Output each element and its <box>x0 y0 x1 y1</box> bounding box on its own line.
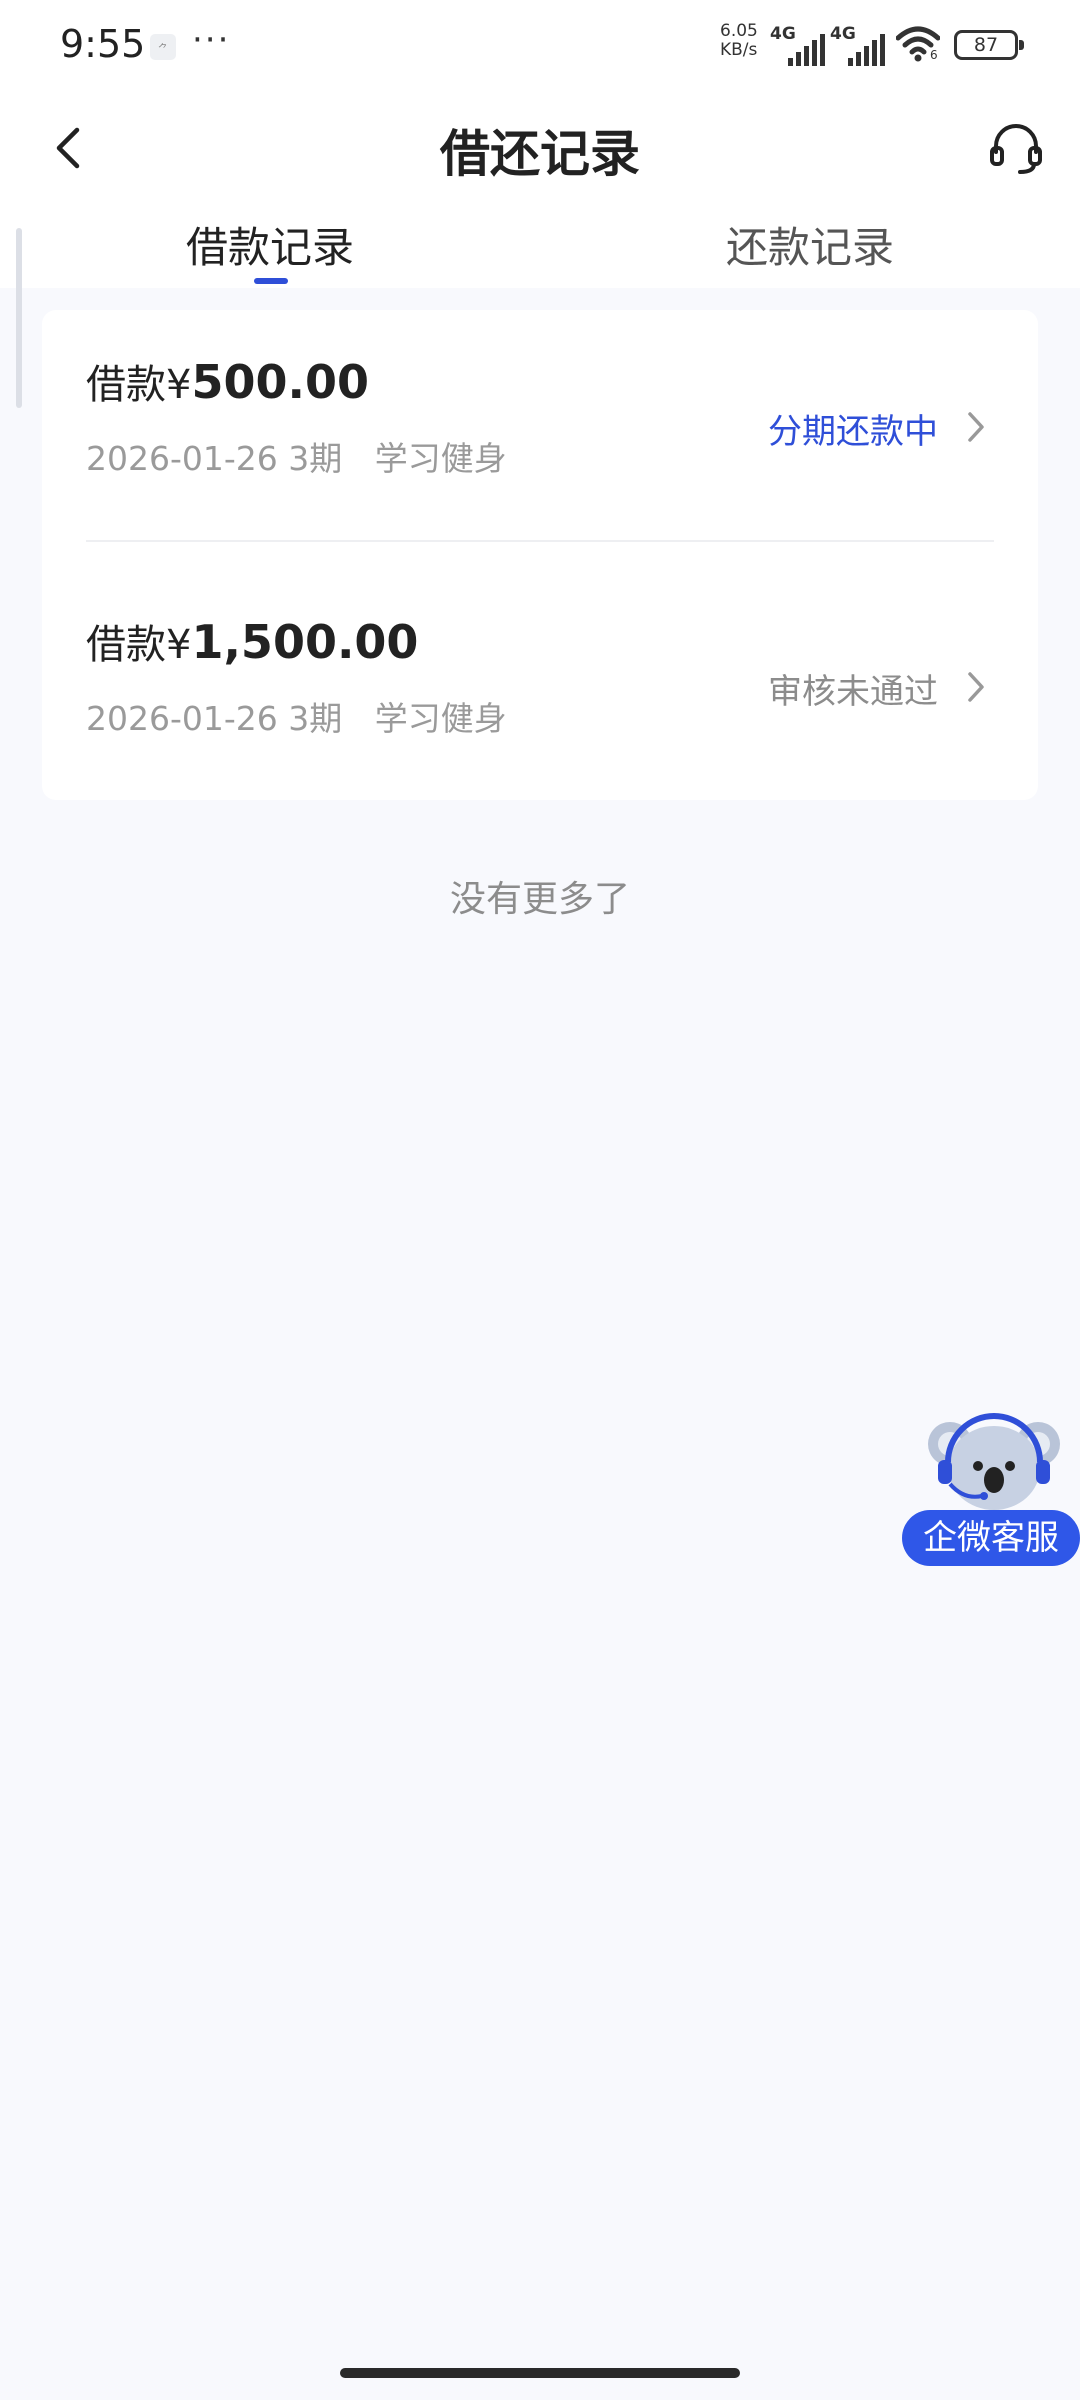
amount-value: 500.00 <box>191 355 369 409</box>
nav-header: 借还记录 <box>0 92 1080 204</box>
chevron-right-icon <box>968 672 984 702</box>
amount-prefix: 借款¥ <box>86 362 192 408</box>
tab-borrow-records[interactable]: 借款记录 <box>120 214 420 275</box>
status-bar: 9:55 ⺈ ··· 6.05 KB/s 4G 4G 6 87 <box>0 0 1080 92</box>
loan-status: 审核未通过 <box>768 672 938 712</box>
koala-mascot-icon <box>928 1413 1060 1510</box>
loan-meta: 2026-01-26 3期 学习健身 <box>86 692 507 740</box>
loan-record[interactable]: 借款¥1,500.00 2026-01-26 3期 学习健身 审核未通过 <box>42 570 1038 800</box>
loan-date: 2026-01-26 <box>86 699 278 738</box>
more-notifications-icon: ··· <box>192 20 231 60</box>
loan-record[interactable]: 借款¥500.00 2026-01-26 3期 学习健身 分期还款中 <box>42 310 1038 540</box>
loan-terms: 3期 <box>288 699 343 738</box>
battery-level: 87 <box>973 34 999 56</box>
loan-meta: 2026-01-26 3期 学习健身 <box>86 432 507 480</box>
wecom-service-button[interactable]: 企微客服 <box>902 1410 1080 1570</box>
tab-repay-records[interactable]: 还款记录 <box>660 214 960 275</box>
notification-app-icon: ⺈ <box>150 34 176 60</box>
battery-icon: 87 <box>954 30 1024 60</box>
loan-amount: 借款¥500.00 <box>86 352 369 410</box>
home-indicator[interactable] <box>340 2368 740 2378</box>
wecom-service-label: 企微客服 <box>902 1510 1080 1566</box>
record-tabs: 借款记录 还款记录 <box>0 204 1080 288</box>
page-title: 借还记录 <box>440 125 640 183</box>
active-tab-indicator <box>254 278 288 284</box>
wifi-standard: 6 <box>930 48 938 62</box>
divider <box>86 540 994 542</box>
no-more-text: 没有更多了 <box>449 879 630 920</box>
scrollbar[interactable] <box>16 228 22 408</box>
amount-value: 1,500.00 <box>191 615 419 669</box>
wifi-icon: 6 <box>895 26 941 66</box>
network-speed-unit: KB/s <box>720 40 758 60</box>
customer-service-button[interactable] <box>984 116 1048 180</box>
loan-purpose: 学习健身 <box>374 699 507 738</box>
loan-date: 2026-01-26 <box>86 439 278 478</box>
network-speed-value: 6.05 <box>720 21 758 41</box>
chevron-right-icon <box>968 412 984 442</box>
records-card: 借款¥500.00 2026-01-26 3期 学习健身 分期还款中 借款¥1,… <box>42 310 1038 800</box>
amount-prefix: 借款¥ <box>86 622 192 668</box>
loan-terms: 3期 <box>288 439 343 478</box>
network-speed: 6.05 KB/s <box>720 22 768 60</box>
status-time: 9:55 <box>60 22 146 66</box>
loan-amount: 借款¥1,500.00 <box>86 612 418 670</box>
loan-status: 分期还款中 <box>768 412 938 452</box>
loan-purpose: 学习健身 <box>374 439 507 478</box>
headset-icon <box>990 124 1042 174</box>
